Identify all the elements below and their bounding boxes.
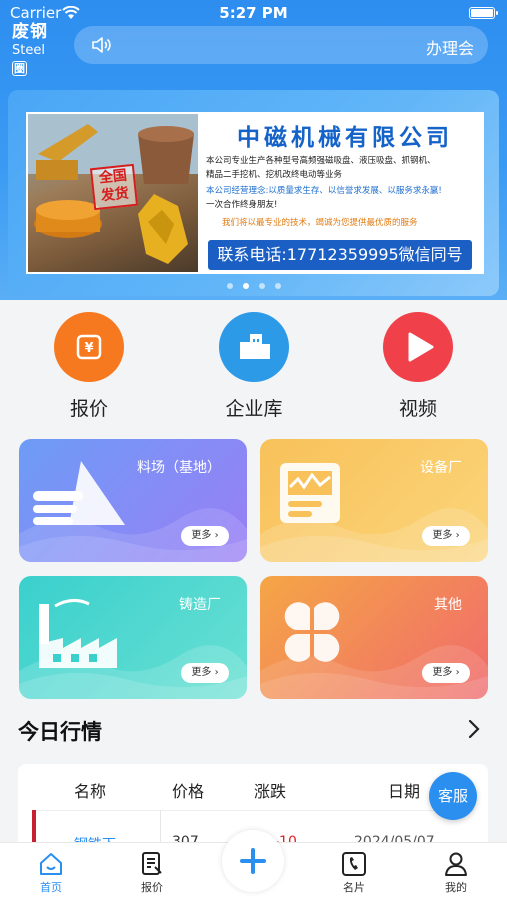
home-icon [19, 849, 83, 879]
carousel-dot[interactable] [226, 283, 233, 289]
category-title: 其他 [434, 597, 462, 613]
speaker-icon [90, 35, 112, 59]
banner-line: 本公司经营理念:以质量求生存、以信誉求发展、以服务求永赢! [206, 186, 442, 196]
tab-home[interactable]: 首页 [19, 849, 83, 895]
price-tag-icon: ¥ [54, 312, 124, 382]
battery-icon [469, 7, 498, 19]
tab-label: 我的 [445, 881, 467, 894]
banner-line: 我们将以最专业的技术，竭诚为您提供最优质的服务 [222, 218, 418, 228]
nationwide-stamp: 全国发货 [89, 163, 139, 211]
equipment-icon [274, 457, 354, 533]
notice-bar[interactable]: 办理会 [74, 26, 488, 64]
more-button[interactable]: 更多 › [181, 526, 229, 546]
clock: 5:27 PM [219, 4, 288, 22]
clover-icon [274, 594, 350, 674]
building-icon [219, 312, 289, 382]
tab-label: 名片 [343, 881, 365, 894]
chevron-right-icon[interactable] [467, 718, 481, 744]
status-bar: Carrier 5:27 PM [0, 4, 507, 24]
category-card-yard[interactable]: 料场（基地） 更多 › [19, 439, 247, 562]
factory-icon [33, 594, 123, 678]
quick-nav-label: 报价 [69, 398, 108, 420]
logo-text-cn: 废钢 [12, 22, 48, 42]
quick-nav-video[interactable]: 视频 [358, 312, 478, 421]
more-button[interactable]: 更多 › [181, 663, 229, 683]
notice-text: 办理会 [425, 39, 474, 58]
divider [32, 810, 474, 811]
more-button[interactable]: 更多 › [422, 526, 470, 546]
play-icon [383, 312, 453, 382]
app-logo: 废钢 Steel 圈 [12, 22, 64, 76]
user-icon [424, 849, 488, 879]
quick-nav: ¥ 报价 企业库 视频 [0, 312, 507, 422]
column-header: 涨跌 [254, 782, 287, 801]
banner-line: 精品二手挖机、挖机改终电动等业务 [206, 170, 343, 180]
banner-title: 中磁机械有限公司 [237, 125, 453, 151]
tab-mine[interactable]: 我的 [424, 849, 488, 895]
logo-text-en: Steel [12, 43, 45, 58]
banner-line: 本公司专业生产各种型号高频强磁吸盘、液压吸盘、抓钢机、 [206, 156, 436, 166]
logo-badge: 圈 [12, 61, 27, 76]
banner-phone: 联系电话:17712359995微信同号 [208, 240, 472, 270]
column-header: 价格 [172, 782, 205, 801]
quick-nav-label: 视频 [398, 398, 437, 420]
section-title: 今日行情 [18, 720, 102, 744]
quick-nav-label: 企业库 [225, 398, 283, 420]
column-header: 日期 [388, 782, 421, 801]
tab-label: 首页 [40, 881, 62, 894]
document-icon [120, 849, 184, 879]
category-title: 料场（基地） [137, 460, 221, 476]
carousel-dot[interactable] [242, 283, 249, 289]
carousel-dot[interactable] [274, 283, 281, 289]
tab-price[interactable]: 报价 [120, 849, 184, 895]
category-title: 铸造厂 [179, 597, 221, 613]
customer-service-button[interactable]: 客服 [429, 772, 477, 820]
tab-label: 报价 [141, 881, 163, 894]
quick-nav-price[interactable]: ¥ 报价 [29, 312, 149, 421]
tab-card[interactable]: 名片 [322, 849, 386, 895]
machinery-photo: 全国发货 [28, 114, 198, 272]
quick-nav-companies[interactable]: 企业库 [194, 312, 314, 421]
banner-ad[interactable]: 全国发货 中磁机械有限公司 本公司专业生产各种型号高频强磁吸盘、液压吸盘、抓钢机… [26, 112, 484, 274]
plus-icon [240, 848, 266, 874]
category-card-equipment[interactable]: 设备厂 更多 › [260, 439, 488, 562]
carousel-dots [0, 274, 507, 293]
more-button[interactable]: 更多 › [422, 663, 470, 683]
carousel-dot[interactable] [258, 283, 265, 289]
svg-text:¥: ¥ [84, 341, 93, 356]
category-title: 设备厂 [420, 460, 462, 476]
category-card-other[interactable]: 其他 更多 › [260, 576, 488, 699]
category-card-foundry[interactable]: 铸造厂 更多 › [19, 576, 247, 699]
publish-button[interactable] [222, 830, 284, 892]
card-phone-icon [322, 849, 386, 879]
column-header: 名称 [74, 782, 107, 801]
scrap-yard-icon [33, 457, 129, 533]
banner-line: 一次合作终身朋友! [206, 200, 278, 210]
